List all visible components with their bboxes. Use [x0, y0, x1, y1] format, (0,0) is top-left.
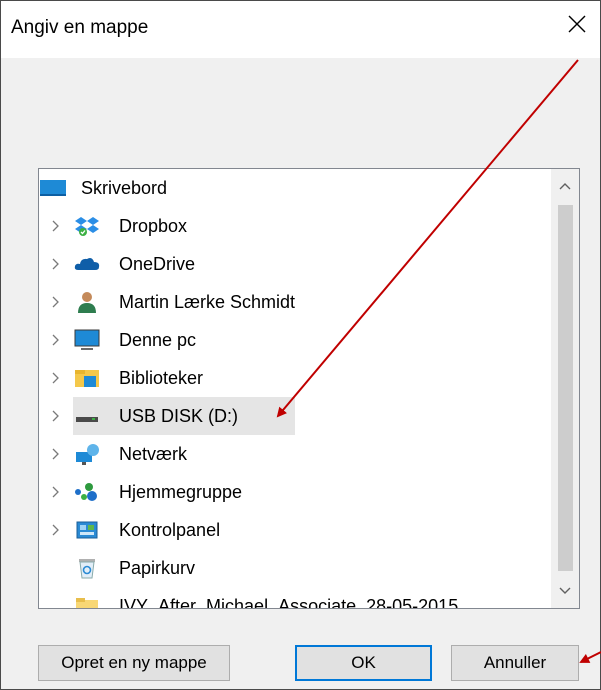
network-icon: [73, 442, 101, 466]
folder-icon: [73, 594, 101, 608]
tree-item-label: Denne pc: [119, 329, 197, 350]
folder-tree[interactable]: Skrivebord Dropbox OneDrive Martin Lærke…: [38, 168, 580, 609]
tree-item-usb-disk[interactable]: USB DISK (D:): [39, 397, 551, 435]
chevron-right-icon[interactable]: [49, 409, 63, 423]
tree-item-label: IVY_After_Michael_Associate_28-05-2015: [119, 595, 459, 609]
tree-item-biblioteker[interactable]: Biblioteker: [39, 359, 551, 397]
tree-item-label: Papirkurv: [119, 557, 196, 578]
tree-item-hjemmegruppe[interactable]: Hjemmegruppe: [39, 473, 551, 511]
tree-item-label: USB DISK (D:): [119, 405, 239, 426]
homegroup-icon: [73, 480, 101, 504]
chevron-right-icon[interactable]: [49, 295, 63, 309]
dialog-title: Angiv en mappe: [11, 17, 149, 38]
desktop-icon: [39, 176, 67, 200]
scroll-up-button[interactable]: [551, 169, 579, 203]
tree-item-denne-pc[interactable]: Denne pc: [39, 321, 551, 359]
recycle-bin-icon: [73, 556, 101, 580]
tree-item-label: Kontrolpanel: [119, 519, 221, 540]
dropbox-icon: [73, 214, 101, 238]
chevron-down-icon: [559, 587, 571, 594]
tree-item-onedrive[interactable]: OneDrive: [39, 245, 551, 283]
tree-item-label: Biblioteker: [119, 367, 204, 388]
usb-drive-icon: [73, 404, 101, 428]
tree-item-user[interactable]: Martin Lærke Schmidt: [39, 283, 551, 321]
chevron-right-icon[interactable]: [49, 485, 63, 499]
chevron-right-icon[interactable]: [49, 447, 63, 461]
computer-icon: [73, 328, 101, 352]
chevron-right-icon[interactable]: [49, 333, 63, 347]
tree-item-label: OneDrive: [119, 253, 196, 274]
chevron-right-icon[interactable]: [49, 257, 63, 271]
libraries-icon: [73, 366, 101, 390]
tree-item-skrivebord[interactable]: Skrivebord: [39, 169, 551, 207]
user-icon: [73, 290, 101, 314]
close-icon: [568, 15, 586, 33]
cancel-button[interactable]: Annuller: [451, 645, 579, 681]
ok-button[interactable]: OK: [295, 645, 432, 681]
vertical-scrollbar[interactable]: [551, 169, 579, 608]
tree-item-folder[interactable]: IVY_After_Michael_Associate_28-05-2015: [39, 587, 551, 609]
new-folder-button[interactable]: Opret en ny mappe: [38, 645, 230, 681]
scroll-down-button[interactable]: [551, 574, 579, 608]
onedrive-cloud-icon: [73, 252, 101, 276]
tree-item-label: Hjemmegruppe: [119, 481, 243, 502]
tree-item-netvaerk[interactable]: Netværk: [39, 435, 551, 473]
close-button[interactable]: [554, 1, 600, 47]
tree-item-label: Martin Lærke Schmidt: [119, 291, 296, 312]
tree-item-label: Dropbox: [119, 215, 188, 236]
chevron-right-icon[interactable]: [49, 371, 63, 385]
control-panel-icon: [73, 518, 101, 542]
chevron-right-icon[interactable]: [49, 219, 63, 233]
scroll-thumb[interactable]: [558, 205, 573, 571]
chevron-right-icon[interactable]: [49, 523, 63, 537]
tree-item-dropbox[interactable]: Dropbox: [39, 207, 551, 245]
tree-item-label: Netværk: [119, 443, 188, 464]
tree-item-label: Skrivebord: [81, 177, 168, 198]
tree-item-kontrolpanel[interactable]: Kontrolpanel: [39, 511, 551, 549]
title-bar: Angiv en mappe: [1, 1, 600, 58]
tree-item-papirkurv[interactable]: Papirkurv: [39, 549, 551, 587]
chevron-up-icon: [559, 183, 571, 190]
folder-dialog: Angiv en mappe Skrivebord Dropbox OneDri…: [0, 0, 601, 690]
